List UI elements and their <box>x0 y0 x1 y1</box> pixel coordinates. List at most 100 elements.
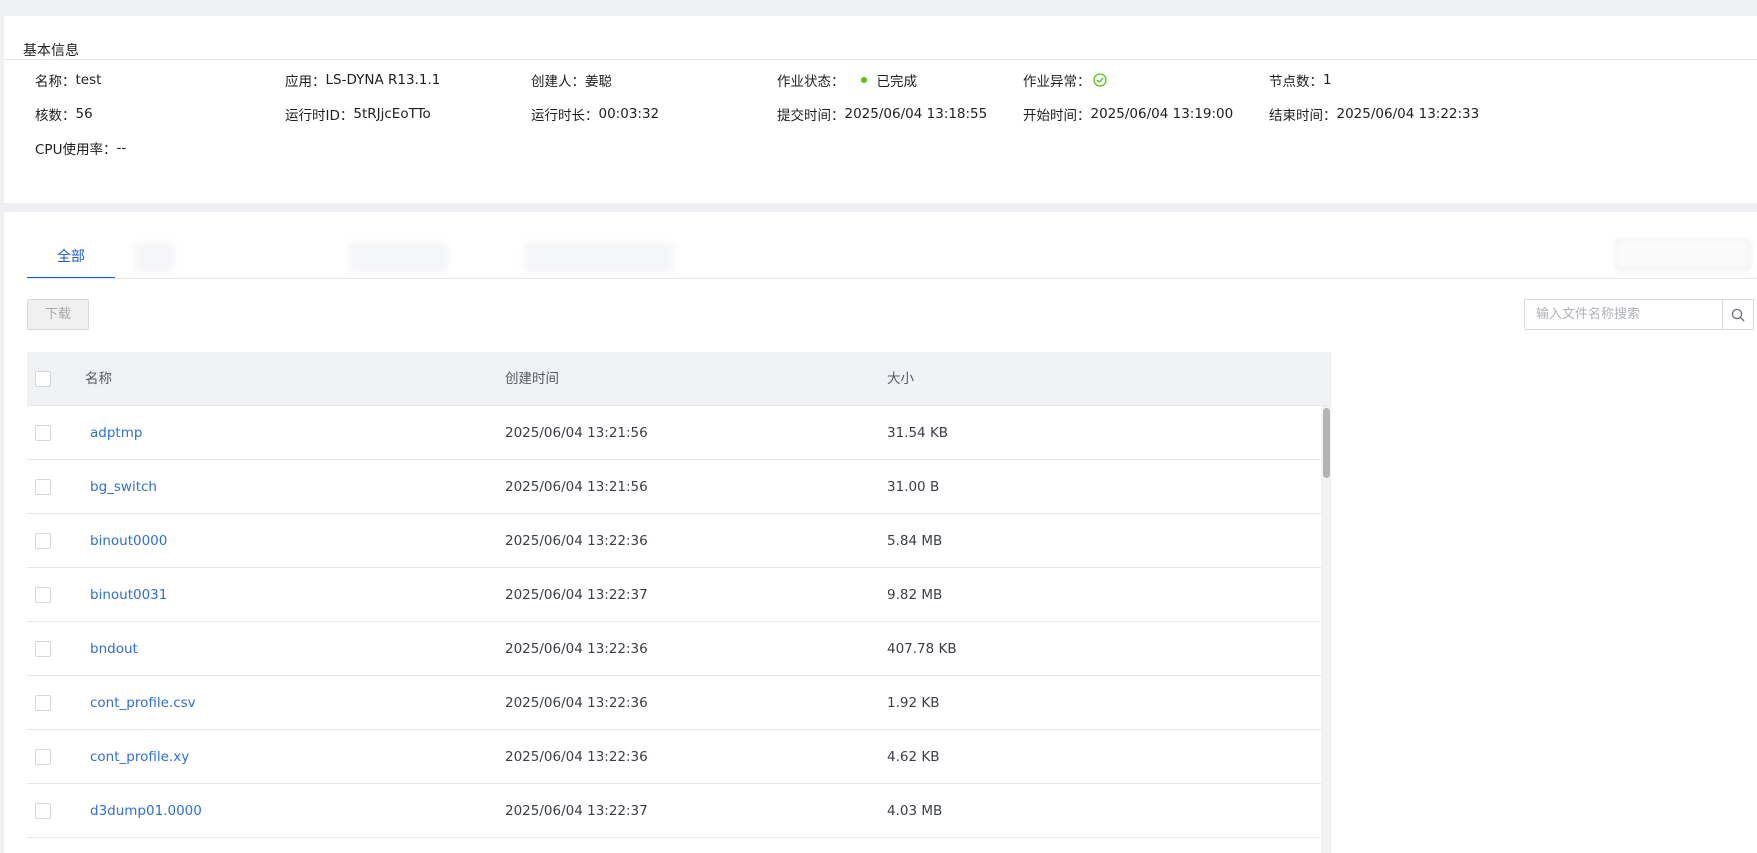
tab-all[interactable]: 全部 <box>27 242 115 279</box>
info-cores-value: 56 <box>75 106 93 122</box>
info-start-time: 开始时间： 2025/06/04 13:19:00 <box>1023 104 1233 124</box>
row-checkbox[interactable] <box>35 749 51 765</box>
file-size: 9.82 MB <box>887 587 943 603</box>
info-creator-label: 创建人： <box>531 74 585 90</box>
file-size: 31.54 KB <box>887 425 949 441</box>
tab-redacted-3[interactable] <box>524 242 674 272</box>
file-name-link[interactable]: cont_profile.xy <box>90 730 189 784</box>
info-node-count-label: 节点数： <box>1269 74 1323 90</box>
info-name: 名称： test <box>35 70 101 90</box>
search-box <box>1524 299 1754 330</box>
info-name-value: test <box>75 72 102 88</box>
table-row: cont_profile.xy 2025/06/04 13:22:36 4.62… <box>27 730 1331 784</box>
tab-redacted-1[interactable] <box>134 242 174 272</box>
table-row: bndout 2025/06/04 13:22:36 407.78 KB <box>27 622 1331 676</box>
info-start-time-value: 2025/06/04 13:19:00 <box>1090 106 1234 122</box>
info-run-duration-value: 00:03:32 <box>598 106 660 122</box>
file-created-time: 2025/06/04 13:22:36 <box>505 641 648 657</box>
file-created-time: 2025/06/04 13:22:36 <box>505 695 648 711</box>
file-created-time: 2025/06/04 13:21:56 <box>505 479 648 495</box>
info-job-status-label: 作业状态： <box>777 74 845 90</box>
info-end-time-label: 结束时间： <box>1269 108 1337 124</box>
table-row: d3dump01.0000 2025/06/04 13:22:37 4.03 M… <box>27 784 1331 838</box>
file-name-link[interactable]: binout0031 <box>90 568 167 622</box>
info-cores-label: 核数： <box>35 108 76 124</box>
files-table: 名称 创建时间 大小 adptmp 2025/06/04 13:21:56 31… <box>27 352 1331 853</box>
file-created-time: 2025/06/04 13:21:56 <box>505 425 648 441</box>
search-button[interactable] <box>1722 300 1753 329</box>
info-creator: 创建人： 姜聪 <box>531 70 612 90</box>
info-job-status-value: 已完成 <box>876 74 918 90</box>
info-cores: 核数： 56 <box>35 104 93 124</box>
file-size: 31.00 B <box>887 479 940 495</box>
info-run-duration: 运行时长： 00:03:32 <box>531 104 659 124</box>
file-size: 5.84 MB <box>887 533 943 549</box>
file-created-time: 2025/06/04 13:22:36 <box>505 533 648 549</box>
row-checkbox[interactable] <box>35 641 51 657</box>
file-name-link[interactable]: cont_profile.csv <box>90 676 196 730</box>
info-creator-value: 姜聪 <box>585 74 612 90</box>
table-header: 名称 创建时间 大小 <box>27 352 1331 406</box>
file-name-link[interactable]: d3dump01.0000 <box>90 784 202 838</box>
select-all-checkbox[interactable] <box>35 371 51 387</box>
info-start-time-label: 开始时间： <box>1023 108 1091 124</box>
info-run-duration-label: 运行时长： <box>531 108 599 124</box>
file-created-time: 2025/06/04 13:22:37 <box>505 587 648 603</box>
info-app-value: LS-DYNA R13.1.1 <box>325 72 441 88</box>
info-app-label: 应用： <box>285 74 326 90</box>
row-checkbox[interactable] <box>35 479 51 495</box>
file-size: 4.62 KB <box>887 749 940 765</box>
table-row: cont_profile.csv 2025/06/04 13:22:36 1.9… <box>27 676 1331 730</box>
table-scrollbar-thumb[interactable] <box>1323 408 1330 478</box>
tab-redacted-2[interactable] <box>349 242 449 272</box>
search-icon <box>1731 308 1745 321</box>
info-app: 应用： LS-DYNA R13.1.1 <box>285 70 440 90</box>
file-name-link[interactable]: adptmp <box>90 406 142 460</box>
table-row: binout0000 2025/06/04 13:22:36 5.84 MB <box>27 514 1331 568</box>
info-run-id-value: 5tRJjcEoTTo <box>353 106 431 122</box>
info-submit-time-value: 2025/06/04 13:18:55 <box>844 106 988 122</box>
info-run-id: 运行时ID： 5tRJjcEoTTo <box>285 104 431 124</box>
info-node-count-value: 1 <box>1323 72 1332 88</box>
divider <box>4 59 1757 60</box>
file-created-time: 2025/06/04 13:22:37 <box>505 803 648 819</box>
files-panel: 全部 下载 名称 创建时间 大小 adptmp 2025/06/04 13:21… <box>4 212 1757 853</box>
row-checkbox[interactable] <box>35 533 51 549</box>
info-job-error: 作业异常： <box>1023 70 1107 90</box>
row-checkbox[interactable] <box>35 425 51 441</box>
row-checkbox[interactable] <box>35 803 51 819</box>
info-end-time-value: 2025/06/04 13:22:33 <box>1336 106 1480 122</box>
info-submit-time: 提交时间： 2025/06/04 13:18:55 <box>777 104 987 124</box>
file-name-link[interactable]: bg_switch <box>90 460 157 514</box>
info-run-id-label: 运行时ID： <box>285 108 354 124</box>
file-name-link[interactable]: bndout <box>90 622 138 676</box>
info-cpu-usage: CPU使用率： -- <box>35 138 126 158</box>
file-size: 1.92 KB <box>887 695 940 711</box>
table-row: adptmp 2025/06/04 13:21:56 31.54 KB <box>27 406 1331 460</box>
tabs-divider <box>27 278 1757 279</box>
info-cpu-usage-value: -- <box>116 140 127 156</box>
column-header-name: 名称 <box>85 371 112 387</box>
info-cpu-usage-label: CPU使用率： <box>35 142 117 158</box>
info-name-label: 名称： <box>35 74 76 90</box>
info-submit-time-label: 提交时间： <box>777 108 845 124</box>
file-created-time: 2025/06/04 13:22:36 <box>505 749 648 765</box>
info-end-time: 结束时间： 2025/06/04 13:22:33 <box>1269 104 1479 124</box>
green-dot-icon <box>860 77 867 83</box>
row-checkbox[interactable] <box>35 587 51 603</box>
table-row: binout0031 2025/06/04 13:22:37 9.82 MB <box>27 568 1331 622</box>
info-node-count: 节点数： 1 <box>1269 70 1332 90</box>
file-size: 4.03 MB <box>887 803 943 819</box>
check-circle-icon <box>1092 73 1107 87</box>
download-button[interactable]: 下载 <box>27 299 89 330</box>
redacted-control[interactable] <box>1616 240 1750 270</box>
search-input[interactable] <box>1525 300 1722 329</box>
file-size: 407.78 KB <box>887 641 957 657</box>
column-header-size: 大小 <box>887 371 914 387</box>
info-job-error-label: 作业异常： <box>1023 74 1091 90</box>
table-row: bg_switch 2025/06/04 13:21:56 31.00 B <box>27 460 1331 514</box>
info-job-status: 作业状态： 已完成 <box>777 70 917 90</box>
section-title: 基本信息 <box>23 43 79 59</box>
file-name-link[interactable]: binout0000 <box>90 514 167 568</box>
row-checkbox[interactable] <box>35 695 51 711</box>
